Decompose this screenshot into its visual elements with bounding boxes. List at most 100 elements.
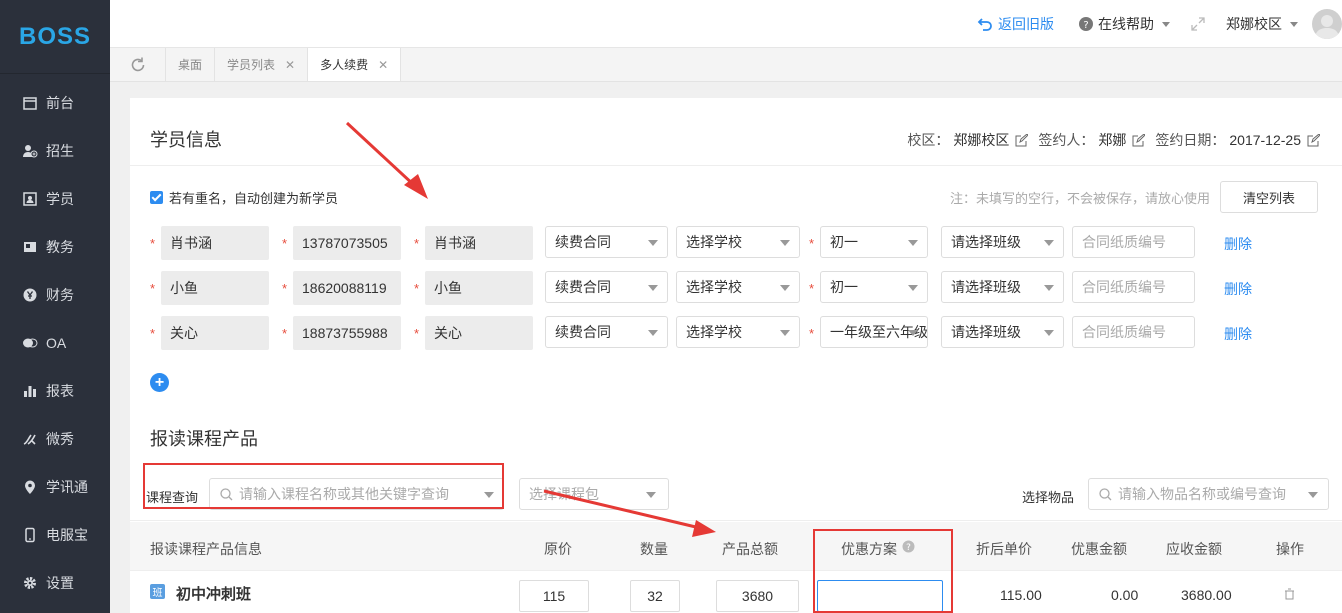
unit-price-after-discount: 115.00 — [1000, 587, 1042, 603]
top-bar: 返回旧版 ? 在线帮助 郑娜校区 — [110, 0, 1342, 48]
avatar[interactable] — [1312, 9, 1342, 39]
required-mark: * — [282, 281, 288, 296]
sidebar-item-frontdesk[interactable]: 前台 — [0, 79, 110, 127]
select-value: 续费合同 — [555, 234, 611, 250]
delete-row-link[interactable]: 删除 — [1224, 279, 1252, 299]
yen-icon — [23, 288, 37, 302]
chevron-down-icon — [1044, 285, 1054, 291]
main-panel: 学员信息 校区： 郑娜校区 签约人： 郑娜 签约日期： 2017-12-25 若… — [130, 98, 1342, 613]
plus-icon: + — [154, 373, 165, 391]
sidebar-item-settings[interactable]: 设置 — [0, 559, 110, 607]
paper-contract-no-input[interactable]: 合同纸质编号 — [1072, 316, 1195, 348]
select-value: 请选择班级 — [951, 234, 1021, 250]
help-icon: ? — [1079, 17, 1093, 31]
sidebar-item-label: 财务 — [46, 287, 74, 303]
clear-list-button[interactable]: 清空列表 — [1220, 181, 1318, 213]
select-value: 续费合同 — [555, 324, 611, 340]
paper-contract-no-input[interactable]: 合同纸质编号 — [1072, 271, 1195, 303]
phone-field[interactable]: 13787073505 — [293, 226, 401, 260]
edit-icon[interactable] — [1015, 133, 1029, 147]
required-mark: * — [414, 326, 420, 341]
required-mark: * — [414, 236, 420, 251]
tab-label: 多人续费 — [320, 58, 369, 72]
contact-name-field[interactable]: 肖书涵 — [425, 226, 533, 260]
student-name-field[interactable]: 肖书涵 — [161, 226, 269, 260]
date-meta-label: 签约日期： — [1155, 132, 1226, 148]
grade-select[interactable]: 初一 — [820, 271, 928, 303]
goods-label: 选择物品 — [1022, 490, 1075, 505]
sidebar-item-xuexuntong[interactable]: 学讯通 — [0, 463, 110, 511]
student-name-field[interactable]: 关心 — [161, 316, 269, 350]
course-package-select[interactable]: 选择课程包 — [519, 478, 669, 510]
sidebar-item-finance[interactable]: 财务 — [0, 271, 110, 319]
campus-switcher[interactable]: 郑娜校区 — [1226, 14, 1298, 34]
select-value: 选择学校 — [686, 324, 742, 340]
column-header: 优惠金额 — [1071, 541, 1127, 557]
sidebar-item-enroll[interactable]: 招生 — [0, 127, 110, 175]
section-title-student: 学员信息 — [150, 130, 222, 150]
back-to-old-version-link[interactable]: 返回旧版 — [977, 14, 1054, 34]
select-value: 初一 — [830, 234, 858, 250]
sidebar-item-reports[interactable]: 报表 — [0, 367, 110, 415]
chevron-down-icon — [646, 492, 656, 498]
contact-name-field[interactable]: 小鱼 — [425, 271, 533, 305]
auto-create-checkbox[interactable]: 若有重名，自动创建为新学员 — [150, 188, 338, 207]
refresh-icon[interactable] — [110, 48, 166, 81]
goods-search-input[interactable]: 请输入物品名称或编号查询 — [1088, 478, 1329, 510]
chevron-down-icon — [780, 240, 790, 246]
required-mark: * — [150, 326, 156, 341]
sidebar-item-oa[interactable]: OA — [0, 319, 110, 367]
sidebar-item-weixiu[interactable]: 微秀 — [0, 415, 110, 463]
edit-icon[interactable] — [1132, 133, 1146, 147]
sidebar: BOSS 前台 招生 学员 教务 财务 OA 报表 微秀 学讯通 电服宝 设置 — [0, 0, 110, 613]
phone-field[interactable]: 18873755988 — [293, 316, 401, 350]
close-icon[interactable]: ✕ — [285, 58, 295, 72]
contact-name-field[interactable]: 关心 — [425, 316, 533, 350]
sidebar-item-students[interactable]: 学员 — [0, 175, 110, 223]
class-select[interactable]: 请选择班级 — [941, 316, 1064, 348]
tab-bar: 桌面 学员列表 ✕ 多人续费 ✕ — [110, 48, 1342, 82]
select-value: 请选择班级 — [951, 279, 1021, 295]
tab-desktop[interactable]: 桌面 — [166, 48, 216, 81]
sidebar-item-academic[interactable]: 教务 — [0, 223, 110, 271]
school-select[interactable]: 选择学校 — [676, 316, 800, 348]
checkbox-checked-icon[interactable] — [150, 191, 163, 204]
column-header: 原价 — [544, 541, 572, 557]
grade-select[interactable]: 初一 — [820, 226, 928, 258]
required-mark: * — [150, 236, 156, 251]
contract-type-select[interactable]: 续费合同 — [545, 316, 668, 348]
online-help-menu[interactable]: ? 在线帮助 — [1078, 14, 1170, 34]
delete-row-link[interactable]: 删除 — [1224, 234, 1252, 254]
calendar-icon — [23, 97, 37, 110]
contract-type-select[interactable]: 续费合同 — [545, 271, 668, 303]
chevron-down-icon — [648, 285, 658, 291]
sidebar-item-label: 电服宝 — [46, 527, 88, 543]
close-icon[interactable]: ✕ — [378, 58, 388, 72]
delete-row-link[interactable]: 删除 — [1224, 324, 1252, 344]
paper-contract-no-input[interactable]: 合同纸质编号 — [1072, 226, 1195, 258]
school-select[interactable]: 选择学校 — [676, 271, 800, 303]
grade-select[interactable]: 一年级至六年级 — [820, 316, 928, 348]
edit-icon[interactable] — [1307, 133, 1320, 147]
student-name-field[interactable]: 小鱼 — [161, 271, 269, 305]
trash-icon[interactable] — [1284, 588, 1295, 600]
school-select[interactable]: 选择学校 — [676, 226, 800, 258]
add-row-button[interactable]: + — [150, 373, 169, 392]
phone-field[interactable]: 18620088119 — [293, 271, 401, 305]
svg-text:?: ? — [1083, 20, 1088, 31]
total-input[interactable]: 3680 — [716, 580, 799, 612]
annotation-box-discount-plan — [813, 529, 953, 613]
tab-multi-renewal[interactable]: 多人续费 ✕ — [308, 48, 402, 81]
sidebar-item-dianfubao[interactable]: 电服宝 — [0, 511, 110, 559]
sidebar-item-label: 微秀 — [46, 431, 74, 447]
class-select[interactable]: 请选择班级 — [941, 226, 1064, 258]
price-input[interactable]: 115 — [519, 580, 589, 612]
tab-student-list[interactable]: 学员列表 ✕ — [215, 48, 309, 81]
quantity-input[interactable]: 32 — [630, 580, 680, 612]
class-select[interactable]: 请选择班级 — [941, 271, 1064, 303]
chevron-down-icon — [780, 285, 790, 291]
contract-type-select[interactable]: 续费合同 — [545, 226, 668, 258]
select-value: 选择学校 — [686, 279, 742, 295]
app-logo[interactable]: BOSS — [0, 0, 110, 74]
fullscreen-icon[interactable] — [1190, 16, 1206, 32]
